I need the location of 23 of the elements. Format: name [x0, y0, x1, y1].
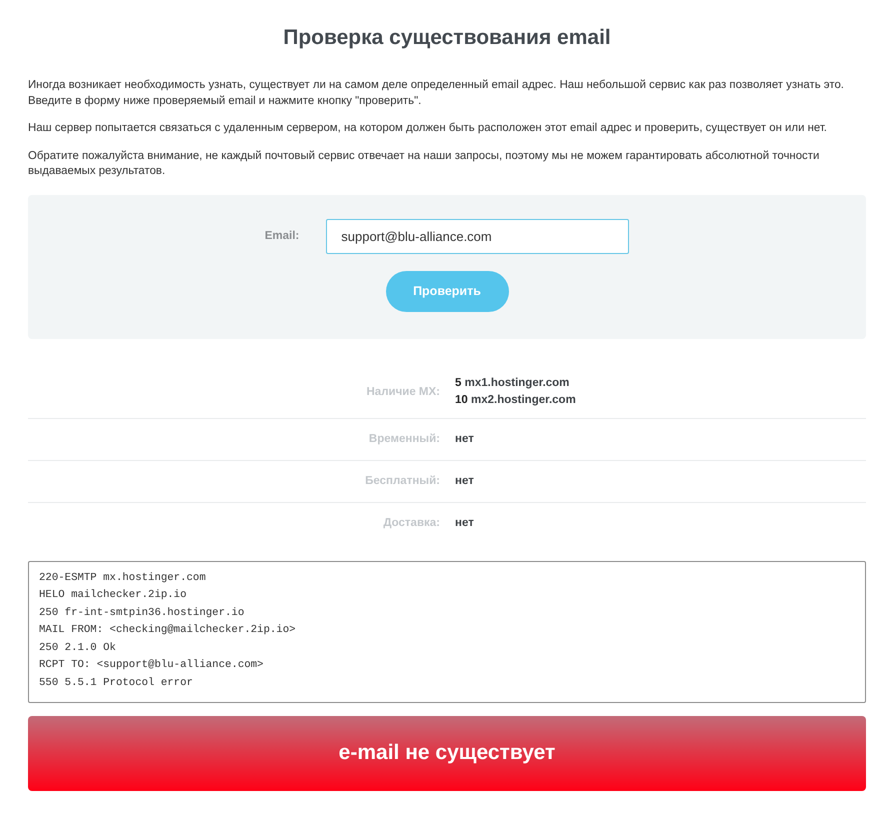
result-value: нет [455, 516, 475, 530]
log-line: 250 fr-int-smtpin36.hostinger.io [39, 606, 246, 621]
result-value: 10 mx2.hostinger.com [455, 392, 577, 408]
page-title: Проверка существования email [282, 26, 612, 50]
intro-paragraph: Обратите пожалуйста внимание, не каждый почтовый сервис отвечает на наши запросы, поэтому мы не можем гарантировать абсолютной точности выдаваемых результатов. [28, 148, 820, 179]
log-line: HELO mailchecker.2ip.io [39, 588, 188, 604]
result-label: Временный: [368, 433, 440, 445]
log-line: 550 5.5.1 Protocol error [39, 676, 194, 692]
log-line: RCPT TO: <support@blu-alliance.com> [39, 658, 264, 674]
result-message: e-mail не существует [338, 741, 556, 765]
intro-paragraph: Наш сервер попытается связаться с удаленным сервером, на котором должен быть расположен этот email адрес и проверить, существует он или нет. [28, 121, 828, 136]
result-label: Доставка: [382, 517, 440, 529]
result-value: нет [455, 474, 475, 488]
email-label: Email: [264, 230, 300, 242]
log-line: MAIL FROM: <checking@mailchecker.2ip.io> [39, 623, 297, 638]
result-value: нет [455, 432, 475, 446]
result-label: Бесплатный: [364, 475, 440, 487]
intro-paragraph: Иногда возникает необходимость узнать, существует ли на самом деле определенный email адрес. Наш небольшой сервис как раз позволяет узнать это. Введите в форму ниже проверяемый email и нажмите кнопку "проверить". [28, 78, 845, 108]
log-line: 220-ESMTP mx.hostinger.com [39, 570, 207, 586]
result-value: 5 mx1.hostinger.com [455, 376, 570, 390]
email-input[interactable]: support@blu-alliance.com [326, 218, 630, 254]
log-line: 250 2.1.0 Ok [39, 640, 117, 656]
result-label: Наличие MX: [366, 386, 440, 398]
